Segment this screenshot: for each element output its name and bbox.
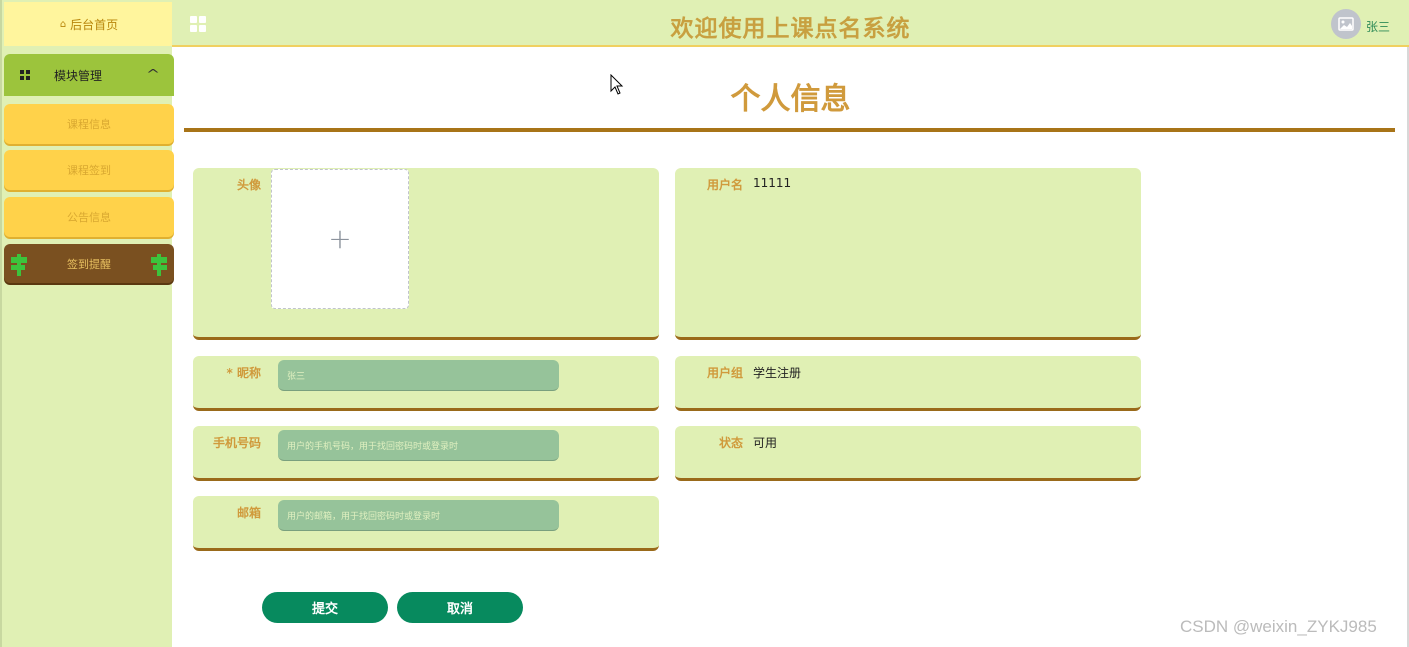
username-value: 11111: [753, 176, 792, 190]
user-avatar[interactable]: [1331, 9, 1361, 39]
sidebar-item-course-signin[interactable]: 课程签到: [4, 150, 174, 190]
phone-input[interactable]: 用户的手机号码，用于找回密码时或登录时: [278, 430, 559, 461]
sidebar-item-course-info[interactable]: 课程信息: [4, 104, 174, 144]
username-label: 用户名: [706, 178, 743, 192]
sidebar-item-label: 课程签到: [67, 164, 111, 177]
sidebar-module-menu[interactable]: 模块管理 ^: [4, 54, 174, 96]
email-label: 邮箱: [236, 506, 261, 520]
sidebar-home-label: 后台首页: [70, 17, 119, 32]
cancel-button[interactable]: 取消: [397, 592, 523, 623]
image-icon: [1338, 17, 1354, 31]
nickname-label: * 昵称: [226, 366, 261, 380]
sidebar-item-label: 签到提醒: [67, 257, 111, 271]
sidebar-item-announcements[interactable]: 公告信息: [4, 197, 174, 237]
phone-label: 手机号码: [212, 436, 261, 450]
sidebar-item-signin-reminder[interactable]: 签到提醒: [4, 244, 174, 283]
user-group-value: 学生注册: [753, 366, 802, 380]
avatar-field-card: 头像 +: [193, 168, 659, 340]
status-value: 可用: [753, 436, 778, 450]
nickname-field-card: * 昵称 张三: [193, 356, 659, 411]
status-label: 状态: [718, 436, 743, 450]
sidebar-module-label: 模块管理: [54, 68, 103, 83]
sidebar-item-label: 课程信息: [67, 118, 111, 131]
mouse-cursor-icon: [610, 74, 624, 95]
user-group-label: 用户组: [706, 366, 743, 380]
header-username[interactable]: 张三: [1366, 18, 1390, 35]
email-field-card: 邮箱 用户的邮箱，用于找回密码时或登录时: [193, 496, 659, 551]
signpost-icon: [11, 254, 27, 276]
submit-button[interactable]: 提交: [262, 592, 388, 623]
top-header: 欢迎使用上课点名系统 张三: [172, 0, 1409, 47]
nickname-input[interactable]: 张三: [278, 360, 559, 391]
grid-icon: [20, 70, 30, 80]
plus-icon: +: [328, 222, 352, 255]
title-divider: [184, 128, 1395, 132]
watermark: CSDN @weixin_ZYKJ985: [1180, 617, 1377, 636]
email-input[interactable]: 用户的邮箱，用于找回密码时或登录时: [278, 500, 559, 531]
user-group-field-card: 用户组 学生注册: [675, 356, 1141, 411]
sidebar-item-label: 公告信息: [67, 211, 111, 224]
home-icon: ⌂: [59, 18, 67, 30]
chevron-up-icon: ^: [145, 67, 161, 81]
username-field-card: 用户名 11111: [675, 168, 1141, 340]
avatar-label: 头像: [236, 178, 261, 192]
avatar-upload[interactable]: +: [271, 169, 409, 309]
sidebar: ⌂ 后台首页 模块管理 ^ 课程信息 课程签到 公告信息 签到提醒: [0, 0, 174, 647]
system-title: 欢迎使用上课点名系统: [670, 16, 911, 42]
signpost-icon: [151, 254, 167, 276]
sidebar-home-link[interactable]: ⌂ 后台首页: [4, 2, 174, 46]
phone-field-card: 手机号码 用户的手机号码，用于找回密码时或登录时: [193, 426, 659, 481]
page-title: 个人信息: [730, 82, 851, 117]
status-field-card: 状态 可用: [675, 426, 1141, 481]
